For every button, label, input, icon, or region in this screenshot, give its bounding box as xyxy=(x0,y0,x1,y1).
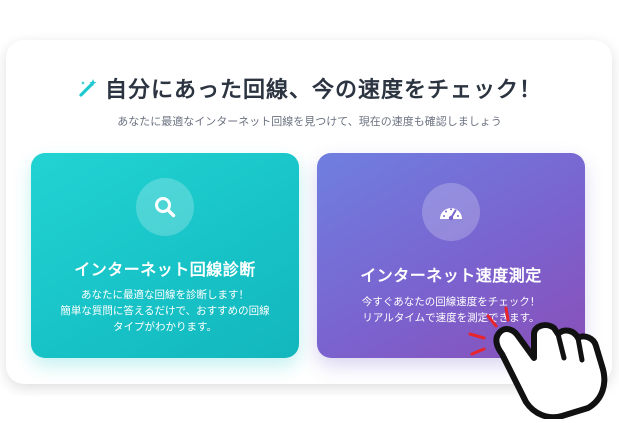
line-diagnosis-desc-1: あなたに最適な回線を診断します！ xyxy=(81,289,249,301)
top-background xyxy=(0,0,619,34)
line-diagnosis-desc-2: 簡単な質問に答えるだけで、おすすめの回線 xyxy=(60,305,270,317)
speedometer-icon xyxy=(440,208,462,221)
pointing-hand-icon xyxy=(468,306,608,419)
line-diagnosis-title: インターネット回線診断 xyxy=(74,260,256,279)
search-icon xyxy=(155,197,176,218)
page-title-text: 自分にあった回線、今の速度をチェック！ xyxy=(104,78,542,103)
speedometer-icon-circle xyxy=(422,183,480,241)
page-subtitle: あなたに最適なインターネット回線を見つけて、現在の速度も確認しましょう xyxy=(117,115,502,128)
line-diagnosis-card[interactable]: インターネット回線診断 あなたに最適な回線を診断します！ 簡単な質問に答えるだけ… xyxy=(31,153,299,358)
line-diagnosis-desc-3: タイプがわかります。 xyxy=(113,321,217,333)
speed-test-title: インターネット速度測定 xyxy=(360,266,542,285)
search-icon-circle xyxy=(136,178,194,236)
magic-wand-icon xyxy=(77,77,99,99)
page-title: 自分にあった回線、今の速度をチェック！ xyxy=(0,72,619,104)
